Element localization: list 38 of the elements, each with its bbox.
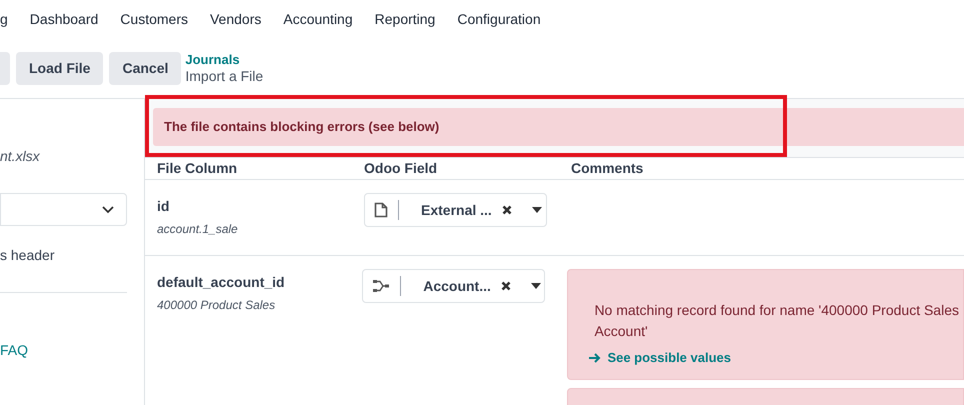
document-icon — [374, 202, 388, 218]
caret-down-icon[interactable] — [530, 283, 541, 289]
nav-menu-item[interactable]: Reporting — [374, 8, 436, 30]
sample-value: 400000 Product Sales — [157, 297, 276, 314]
field-select[interactable]: Account... — [362, 269, 546, 303]
field-select[interactable]: External ... — [364, 193, 547, 227]
help-link[interactable]: FAQ — [0, 340, 144, 361]
column-header: File Column — [157, 160, 238, 176]
error-message: No matching record found for name '400000 Product Sales — [594, 301, 959, 320]
option-label: s header — [0, 246, 56, 265]
column-name: id — [157, 197, 170, 216]
nav-menu-item[interactable]: Accounting — [283, 8, 353, 30]
caret-down-icon[interactable] — [532, 207, 542, 213]
clear-icon[interactable] — [502, 205, 512, 215]
nav-menu-item[interactable]: g — [0, 8, 8, 30]
nav-menu-item[interactable]: Configuration — [457, 8, 541, 30]
toolbar-button[interactable]: Load File — [16, 52, 104, 84]
relation-icon — [372, 279, 390, 293]
field-value: External ... — [421, 200, 492, 220]
field-value: Account... — [423, 276, 491, 296]
toolbar-button[interactable]: Cancel — [109, 52, 182, 84]
select-field[interactable] — [0, 193, 127, 226]
possible-values-link[interactable]: See possible values — [589, 348, 959, 368]
sample-value: account.1_sale — [157, 221, 239, 238]
page-title: Import a File — [185, 68, 264, 85]
column-header: Odoo Field — [364, 160, 438, 176]
column-header: Comments — [571, 160, 644, 176]
arrow-right-icon — [589, 352, 602, 363]
nav-menu-item[interactable]: Vendors — [210, 8, 262, 30]
chevron-down-icon — [102, 206, 114, 214]
column-name: default_account_id — [157, 273, 286, 292]
error-message: Account' — [594, 322, 649, 341]
clear-icon[interactable] — [500, 281, 511, 291]
nav-menu-item[interactable]: Dashboard — [30, 8, 98, 30]
alert-message: The file contains blocking errors (see below) — [164, 118, 440, 136]
nav-menu-item[interactable]: Customers — [120, 8, 188, 30]
file-name: nt.xlsx — [0, 147, 41, 166]
breadcrumb-link[interactable]: Journals — [185, 51, 264, 68]
